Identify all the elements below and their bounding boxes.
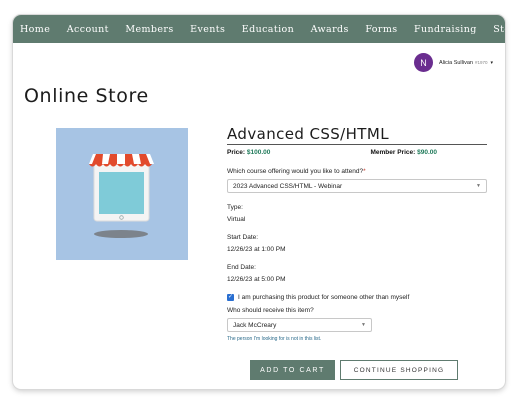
nav-education[interactable]: Education xyxy=(242,24,294,35)
storefront-tablet-icon xyxy=(56,128,188,260)
price-value: $100.00 xyxy=(246,149,271,156)
add-to-cart-button[interactable]: ADD TO CART xyxy=(250,360,335,380)
required-mark: * xyxy=(363,168,366,175)
not-in-list-link[interactable]: The person I'm looking for is not in thi… xyxy=(227,336,487,342)
product-name: Advanced CSS/HTML xyxy=(227,125,487,145)
price-label: Price: xyxy=(227,149,246,156)
top-nav: Home Account Members Events Education Aw… xyxy=(13,15,505,43)
nav-forms[interactable]: Forms xyxy=(365,24,397,35)
offering-select[interactable]: 2023 Advanced CSS/HTML - Webinar ▼ xyxy=(227,179,487,193)
member-price-value: $90.00 xyxy=(417,149,437,156)
nav-awards[interactable]: Awards xyxy=(311,24,349,35)
nav-store[interactable]: Store xyxy=(493,24,505,35)
recipient-question: Who should receive this item? xyxy=(227,307,314,314)
user-name: Alicia Sullivan xyxy=(439,59,473,66)
purchase-for-other-row[interactable]: ✓ I am purchasing this product for someo… xyxy=(227,294,487,301)
price-row: Price: $100.00 Member Price: $90.00 xyxy=(227,149,437,156)
continue-shopping-button[interactable]: CONTINUE SHOPPING xyxy=(340,360,458,380)
user-id: #1970 xyxy=(474,60,488,65)
nav-fundraising[interactable]: Fundraising xyxy=(414,24,477,35)
chevron-down-icon: ▼ xyxy=(476,183,481,189)
purchase-for-other-label: I am purchasing this product for someone… xyxy=(238,294,410,301)
product-detail: Advanced CSS/HTML Price: $100.00 Member … xyxy=(227,125,487,342)
offering-question-text: Which course offering would you like to … xyxy=(227,168,364,175)
member-price-label: Member Price: xyxy=(370,149,416,156)
end-date-label: End Date: xyxy=(227,264,256,271)
page-title: Online Store xyxy=(24,85,149,107)
offering-question: Which course offering would you like to … xyxy=(227,168,487,175)
nav-home[interactable]: Home xyxy=(20,24,50,35)
user-menu-caret-icon[interactable]: ▾ xyxy=(490,60,493,66)
browser-window: Home Account Members Events Education Aw… xyxy=(13,15,505,389)
chevron-down-icon: ▼ xyxy=(361,322,366,328)
end-date-value: 12/26/23 at 5:00 PM xyxy=(227,276,286,283)
recipient-select-value: Jack McCreary xyxy=(233,321,277,329)
start-date-value: 12/26/23 at 1:00 PM xyxy=(227,246,286,253)
avatar[interactable]: N xyxy=(414,53,434,72)
type-value: Virtual xyxy=(227,216,246,223)
nav-members[interactable]: Members xyxy=(125,24,173,35)
start-date-label: Start Date: xyxy=(227,234,259,241)
purchase-for-other-checkbox[interactable]: ✓ xyxy=(227,294,234,301)
type-label: Type: xyxy=(227,204,243,211)
nav-account[interactable]: Account xyxy=(67,24,109,35)
offering-select-value: 2023 Advanced CSS/HTML - Webinar xyxy=(233,182,343,190)
user-menu[interactable]: N Alicia Sullivan #1970 ▾ xyxy=(414,53,493,72)
recipient-select[interactable]: Jack McCreary ▼ xyxy=(227,318,372,332)
nav-events[interactable]: Events xyxy=(190,24,225,35)
